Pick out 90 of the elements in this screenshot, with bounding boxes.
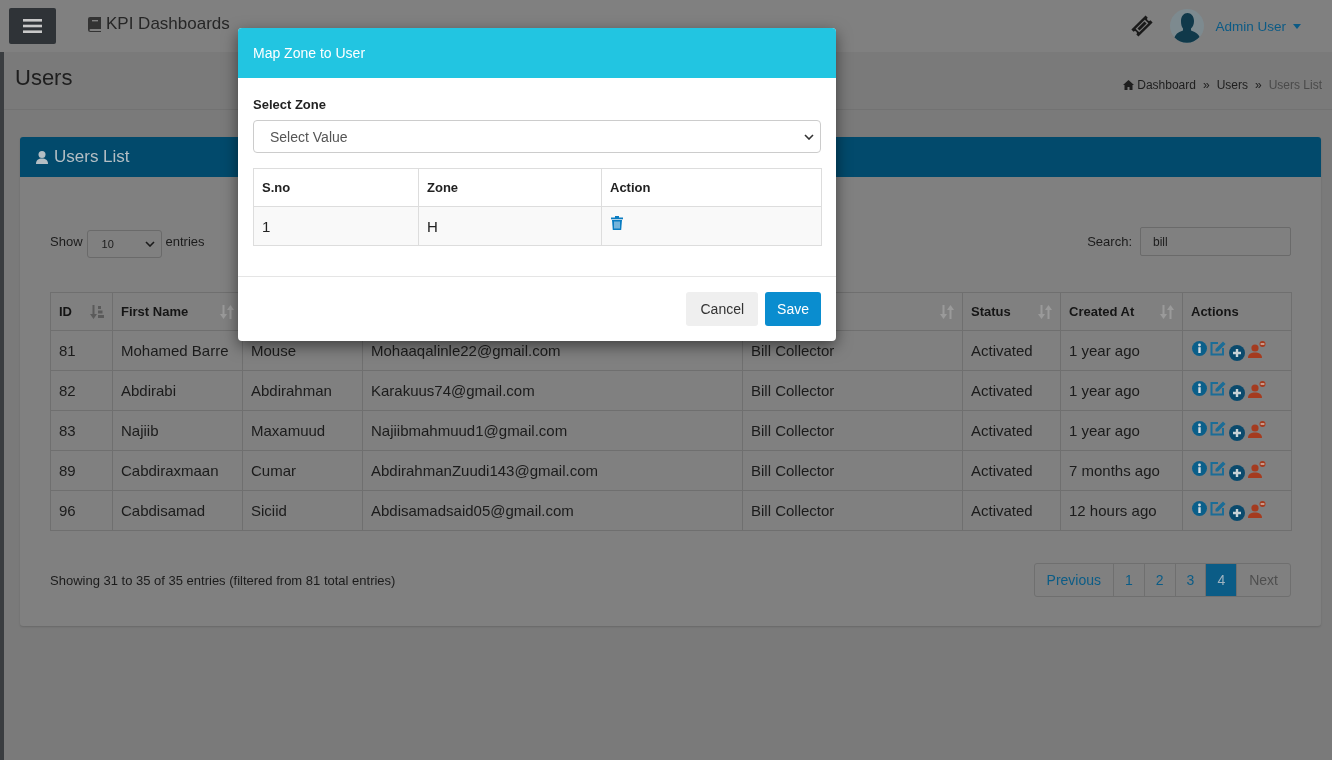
- column-header: Status: [971, 304, 1011, 319]
- table-cell: Karakuus74@gmail.com: [362, 370, 743, 411]
- table-cell: Abdirabi: [112, 370, 243, 411]
- page-title: Users: [15, 65, 73, 91]
- cancel-button[interactable]: Cancel: [686, 292, 759, 326]
- breadcrumb-separator: »: [1202, 78, 1210, 92]
- table-cell: 1 year ago: [1060, 330, 1183, 371]
- info-icon[interactable]: [1192, 340, 1207, 356]
- caret-icon: [1293, 23, 1301, 29]
- sort-ascending-icon[interactable]: [90, 303, 104, 320]
- zone-select[interactable]: Select Value: [253, 120, 821, 153]
- table-cell: Activated: [962, 450, 1061, 491]
- info-icon[interactable]: [1192, 460, 1207, 476]
- brand-title[interactable]: KPI Dashboards: [106, 14, 230, 34]
- search-field[interactable]: bill: [1140, 227, 1291, 256]
- table-cell: Cabdisamad: [112, 490, 243, 531]
- info-icon[interactable]: [1192, 380, 1207, 396]
- page-button[interactable]: Previous: [1034, 564, 1113, 596]
- sort-icon[interactable]: [220, 303, 234, 320]
- table-cell: 1: [253, 206, 419, 246]
- home-icon: [1123, 80, 1135, 90]
- table-cell: Cabdiraxmaan: [112, 450, 243, 491]
- field-label: Select Zone: [253, 97, 327, 113]
- table-cell: Bill Collector: [742, 370, 963, 411]
- table-cell: 96: [50, 490, 113, 531]
- entries-label: entries: [165, 234, 205, 249]
- table-cell: Najiibmahmuud1@gmail.com: [362, 410, 743, 451]
- table-cell: Bill Collector: [742, 490, 963, 531]
- menu-button[interactable]: [9, 8, 56, 44]
- table-cell: Siciid: [242, 490, 363, 531]
- breadcrumb-separator: »: [1254, 78, 1262, 92]
- show-label: Show: [50, 234, 83, 249]
- plus-circle-icon[interactable]: [1229, 464, 1245, 481]
- column-header: Action: [601, 168, 822, 207]
- plus-circle-icon[interactable]: [1229, 424, 1245, 441]
- table-cell: Abdirahman: [242, 370, 363, 411]
- chevron-icon: [804, 133, 814, 140]
- column-header: Actions: [1191, 304, 1239, 319]
- table-cell: Activated: [962, 410, 1061, 451]
- column-header: S.no: [253, 168, 419, 207]
- plus-circle-icon[interactable]: [1229, 384, 1245, 401]
- modal-title: Map Zone to User: [253, 45, 366, 61]
- column-header: Created At: [1069, 304, 1135, 319]
- table-cell: Activated: [962, 490, 1061, 531]
- column-header: Zone: [418, 168, 602, 207]
- column-header: ID: [59, 304, 72, 319]
- table-cell: 89: [50, 450, 113, 491]
- table-cell: Maxamuud: [242, 410, 363, 451]
- table-cell: 1 year ago: [1060, 410, 1183, 451]
- table-cell: Bill Collector: [742, 450, 963, 491]
- avatar-icon[interactable]: [1170, 9, 1205, 43]
- table-cell: Abdisamadsaid05@gmail.com: [362, 490, 743, 531]
- table-cell: Cumar: [242, 450, 363, 491]
- breadcrumb-link[interactable]: Users: [1216, 78, 1248, 92]
- card-title: Users List: [54, 147, 130, 167]
- entries-select[interactable]: 10: [86, 229, 162, 258]
- table-cell: 7 months ago: [1060, 450, 1183, 491]
- sort-icon[interactable]: [1160, 303, 1174, 320]
- table-cell: 83: [50, 410, 113, 451]
- table-cell: 1 year ago: [1060, 370, 1183, 411]
- table-cell: 82: [50, 370, 113, 411]
- sort-icon[interactable]: [940, 303, 954, 320]
- book-icon: [88, 16, 101, 32]
- table-cell: AbdirahmanZuudi143@gmail.com: [362, 450, 743, 491]
- page-button[interactable]: 4: [1205, 564, 1237, 596]
- table-cell: 81: [50, 330, 113, 371]
- entries-info: Showing 31 to 35 of 35 entries (filtered from 81 total entries): [50, 572, 396, 588]
- sort-icon[interactable]: [1038, 303, 1052, 320]
- ticket-icon[interactable]: [1130, 14, 1155, 38]
- menu-icon: [23, 19, 42, 33]
- page-button[interactable]: 2: [1143, 564, 1175, 596]
- table-cell: Najiib: [112, 410, 243, 451]
- table-cell: Activated: [962, 370, 1061, 411]
- table-cell: 12 hours ago: [1060, 490, 1183, 531]
- user-menu[interactable]: Admin User: [1215, 18, 1301, 34]
- chevron-icon: [144, 240, 155, 247]
- column-header: First Name: [121, 304, 189, 319]
- plus-circle-icon[interactable]: [1229, 344, 1245, 361]
- save-button[interactable]: Save: [765, 292, 821, 326]
- table-cell: H: [418, 206, 602, 246]
- info-icon[interactable]: [1192, 420, 1207, 436]
- info-icon[interactable]: [1192, 500, 1207, 516]
- breadcrumb-link[interactable]: Dashboard: [1123, 78, 1196, 92]
- page-button[interactable]: 1: [1113, 564, 1144, 596]
- trash-icon[interactable]: [611, 216, 623, 230]
- table-cell: Activated: [962, 330, 1061, 371]
- search-label: Search:: [1087, 234, 1132, 249]
- plus-circle-icon[interactable]: [1229, 504, 1245, 521]
- user-icon: [36, 150, 48, 164]
- table-cell: Bill Collector: [742, 410, 963, 451]
